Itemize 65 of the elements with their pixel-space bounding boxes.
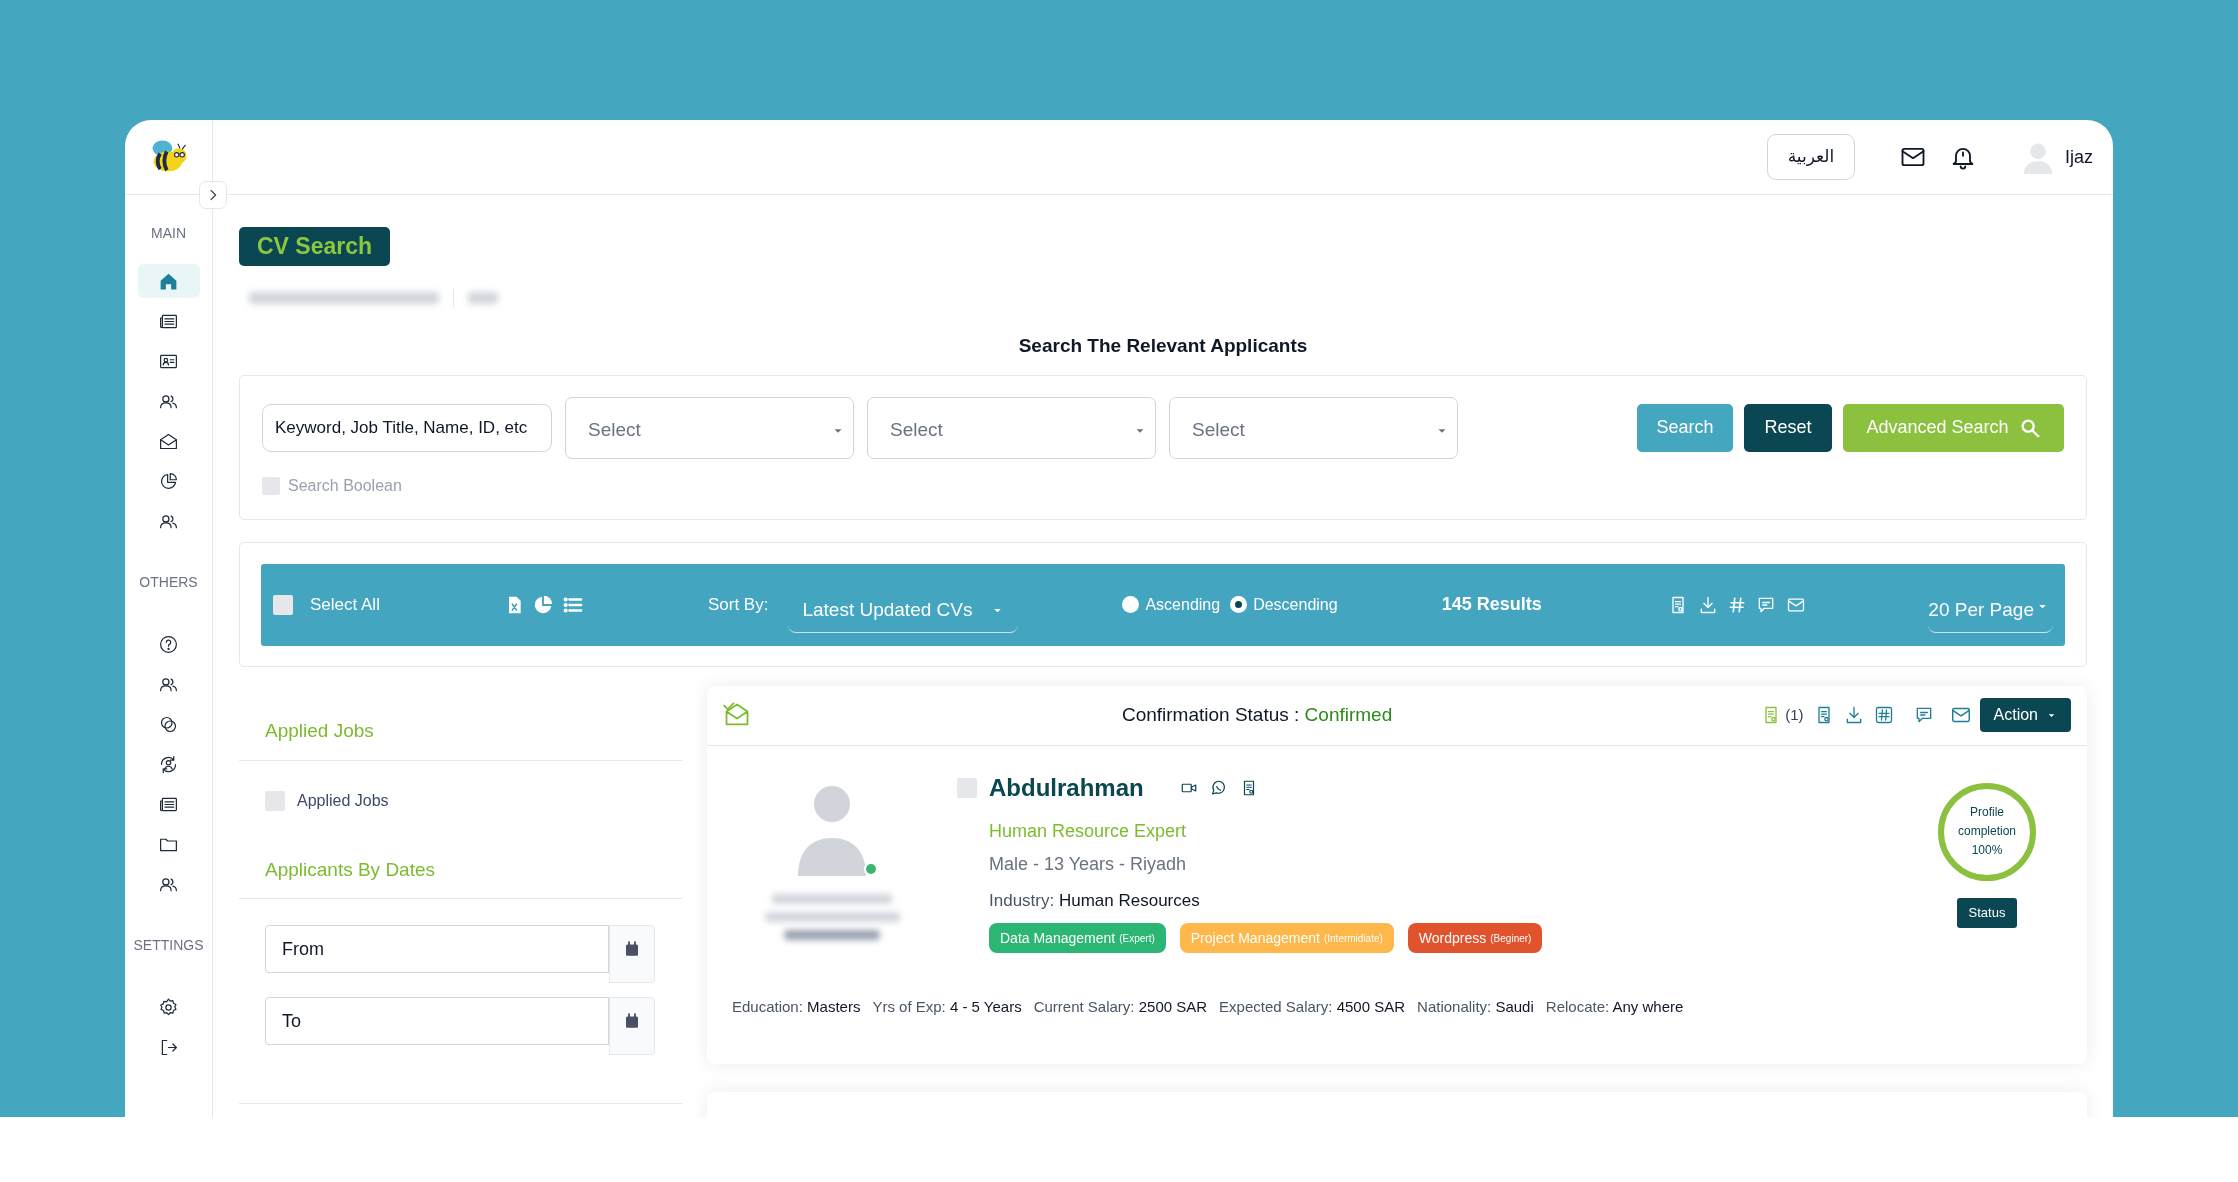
select-all-label: Select All <box>310 593 380 616</box>
pie-chart-icon <box>158 470 179 492</box>
select-dropdown[interactable]: Select <box>565 396 854 459</box>
section-label: SETTINGS <box>133 936 204 955</box>
status-button[interactable]: Status <box>1956 897 2018 928</box>
section-label: OTHERS <box>139 573 198 592</box>
settings-icon <box>158 996 179 1018</box>
help-icon <box>158 633 179 655</box>
radio-label: Descending <box>1253 594 1338 615</box>
search-button[interactable]: Search <box>1637 403 1733 452</box>
candidate-name[interactable]: Abdulrahman <box>989 769 1144 806</box>
section-label: MAIN <box>151 224 186 243</box>
detail-item: Relocate: Any where <box>1545 996 1684 1017</box>
chat-bubble-icon[interactable] <box>1209 778 1228 797</box>
skill-tag: Project Management (Intermidiate) <box>1179 923 1394 953</box>
checkbox[interactable] <box>265 791 285 811</box>
detail-item: Yrs of Exp: 4 - 5 Years <box>872 996 1022 1017</box>
radio-button[interactable] <box>1230 596 1248 613</box>
checkbox[interactable] <box>957 777 977 798</box>
skill-tag: Data Management (Expert) <box>989 923 1166 953</box>
profile-completion-text: Profile completion 100% <box>1957 804 2017 859</box>
detail-item: Current Salary: 2500 SAR <box>1033 996 1208 1017</box>
count: (1) <box>1785 704 1804 725</box>
select-dropdown[interactable]: Select <box>867 396 1156 459</box>
page-title: CV Search <box>239 227 391 266</box>
calendar-icon <box>623 1012 641 1030</box>
redacted-text <box>468 292 498 304</box>
calendar-button[interactable] <box>609 925 655 983</box>
action-button[interactable]: Action <box>1979 698 2071 732</box>
confirmation-label: Confirmation Status : <box>1121 703 1300 725</box>
detail-item: Education: Masters <box>732 996 861 1017</box>
confirmation-status: Confirmed <box>1304 703 1393 725</box>
date-field[interactable]: To <box>265 997 609 1045</box>
sort-dropdown[interactable]: Latest Updated CVs <box>788 588 1019 633</box>
checkbox[interactable] <box>262 476 280 495</box>
calendar-button[interactable] <box>609 997 655 1055</box>
job-title: Human Resource Expert <box>989 819 1188 843</box>
filter-heading: Applicants By Dates <box>265 857 436 882</box>
results-count: 145 Results <box>1441 593 1542 616</box>
checkbox[interactable] <box>273 594 293 615</box>
sort-label: Sort By: <box>707 593 769 616</box>
checkbox-label: Applied Jobs <box>297 791 389 811</box>
filter-heading: Applied Jobs <box>265 719 374 743</box>
calendar-icon <box>623 940 641 958</box>
sidebar-toggle-button[interactable] <box>199 181 227 209</box>
radio-label: Ascending <box>1145 594 1221 615</box>
hash-icon[interactable] <box>1873 705 1894 725</box>
hash-icon[interactable] <box>1727 595 1746 614</box>
date-field[interactable]: From <box>265 925 609 973</box>
detail-item: Expected Salary: 4500 SAR <box>1219 996 1406 1017</box>
industry-label: Industry: <box>989 890 1055 910</box>
checkbox-label: Search Boolean <box>288 475 402 496</box>
radio-button[interactable] <box>1122 596 1140 613</box>
skill-tag: Wordpress (Beginer) <box>1407 923 1543 953</box>
keyword-field[interactable]: Keyword, Job Title, Name, ID, etc <box>262 403 552 452</box>
reset-button[interactable]: Reset <box>1744 403 1832 452</box>
select-dropdown[interactable]: Select <box>1169 396 1458 459</box>
search-heading: Search The Relevant Applicants <box>1017 334 1309 358</box>
candidate-summary: Male - 13 Years - Riyadh <box>989 852 1188 876</box>
user-cycle-icon <box>158 753 179 775</box>
industry-value: Human Resources <box>1058 890 1200 910</box>
per-page-dropdown[interactable]: 20 Per Page <box>1928 588 2053 633</box>
language-button[interactable]: العربية <box>1767 134 1855 180</box>
detail-item: Nationality: Saudi <box>1417 996 1534 1017</box>
user-name[interactable]: Ijaz <box>2065 143 2093 171</box>
